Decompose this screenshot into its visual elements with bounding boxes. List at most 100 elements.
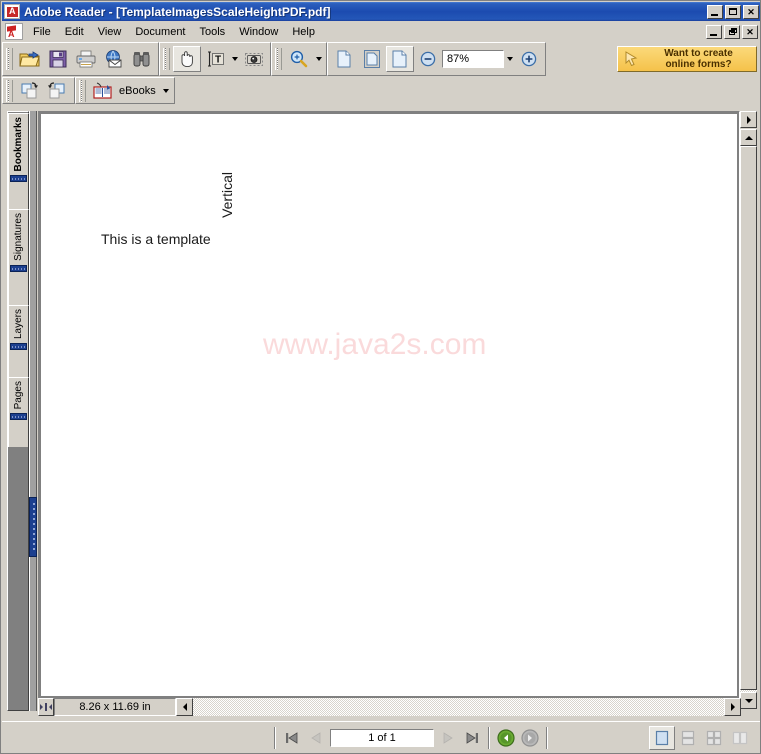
forms-banner-text: Want to create online forms? [641, 48, 756, 70]
minimize-button[interactable] [707, 4, 723, 19]
expand-navigation-button[interactable] [740, 111, 757, 128]
sidebar-tab-signatures[interactable]: Signatures [8, 209, 29, 305]
select-text-button[interactable]: T [201, 46, 229, 72]
toolbar-grip[interactable] [275, 48, 282, 70]
go-forward-button[interactable] [518, 726, 542, 750]
ebooks-button[interactable] [89, 78, 117, 104]
vertical-scroll-track[interactable] [740, 146, 757, 692]
toolbar-grip[interactable] [6, 79, 13, 102]
zoom-level-dropdown[interactable] [504, 46, 515, 72]
zoom-in-button[interactable] [515, 46, 543, 72]
sidebar-tab-bookmarks-label: Bookmarks [13, 117, 24, 172]
document-restore-button[interactable] [724, 24, 740, 39]
navigation-splitter[interactable] [29, 111, 37, 711]
rotate-clockwise-button[interactable] [16, 78, 44, 104]
sidebar-tab-bookmarks[interactable]: Bookmarks [8, 113, 29, 209]
toolbar-grip[interactable] [79, 79, 86, 102]
single-page-icon [655, 730, 669, 745]
arrow-up-icon [744, 135, 753, 140]
scroll-left-button[interactable] [176, 698, 193, 716]
sidebar-tab-pages-label: Pages [13, 381, 24, 410]
sidebar-tab-layers-handle[interactable] [10, 343, 27, 351]
continuous-facing-icon [732, 731, 748, 744]
first-page-icon [286, 731, 298, 744]
menu-item-view[interactable]: View [91, 23, 129, 41]
binoculars-icon [133, 52, 150, 67]
single-page-layout-button[interactable] [649, 725, 675, 750]
vertical-scroll-thumb[interactable] [740, 146, 757, 690]
client-area: Bookmarks Signatures Layers Pages This i… [2, 105, 760, 719]
search-button[interactable] [128, 46, 156, 72]
zoom-in-icon [521, 51, 537, 67]
page-width-icon [392, 50, 407, 68]
rotate-counterclockwise-button[interactable] [44, 78, 72, 104]
menu-item-document[interactable]: Document [128, 23, 192, 41]
ebooks-dropdown[interactable] [161, 78, 172, 104]
fit-page-button[interactable] [358, 46, 386, 72]
scroll-up-button[interactable] [740, 129, 757, 146]
pdf-page: This is a template Vertical www.java2s.c… [41, 114, 737, 696]
ebooks-label: eBooks [119, 84, 156, 97]
previous-page-button[interactable] [304, 726, 328, 750]
print-button[interactable] [72, 46, 100, 72]
zoom-out-icon [420, 51, 436, 67]
sidebar-tab-bookmarks-handle[interactable] [10, 175, 27, 183]
horizontal-scroll-track[interactable] [193, 698, 724, 716]
go-back-button[interactable] [494, 726, 518, 750]
scroll-right-button[interactable] [724, 698, 741, 716]
continuous-layout-button[interactable] [675, 726, 701, 750]
select-text-dropdown[interactable] [229, 46, 240, 72]
sidebar-tab-layers-label: Layers [13, 309, 24, 340]
document-close-button[interactable]: ✕ [742, 24, 758, 39]
save-button[interactable] [44, 46, 72, 72]
menu-item-tools[interactable]: Tools [193, 23, 233, 41]
create-online-forms-banner[interactable]: Want to create online forms? [617, 46, 757, 72]
scroll-down-button[interactable] [740, 692, 757, 709]
zoom-level-input[interactable]: 87% [442, 50, 504, 68]
next-page-button[interactable] [436, 726, 460, 750]
open-folder-icon [19, 51, 40, 67]
sidebar-tab-layers[interactable]: Layers [8, 305, 29, 377]
toolbar-grip[interactable] [6, 48, 13, 70]
menu-item-file[interactable]: File [26, 23, 58, 41]
menu-item-window[interactable]: Window [232, 23, 285, 41]
navigation-splitter-grip[interactable] [29, 497, 37, 557]
pagesize-resize-grip[interactable] [38, 698, 54, 716]
sidebar-tab-signatures-handle[interactable] [10, 264, 27, 272]
menu-item-help[interactable]: Help [285, 23, 322, 41]
last-page-button[interactable] [460, 726, 484, 750]
chevron-down-icon [231, 57, 238, 61]
next-page-icon [443, 731, 453, 744]
arrow-cursor-icon [621, 49, 641, 69]
page-number-input[interactable]: 1 of 1 [330, 728, 434, 747]
maximize-button[interactable] [725, 4, 741, 19]
email-button[interactable] [100, 46, 128, 72]
file-toolbar-group [2, 42, 159, 76]
zoom-tool-dropdown[interactable] [313, 46, 324, 72]
arrow-right-icon [730, 703, 735, 711]
document-icon [5, 23, 23, 40]
zoom-tool-button[interactable] [285, 46, 313, 72]
document-minimize-button[interactable] [706, 24, 722, 39]
zoom-out-button[interactable] [414, 46, 442, 72]
text-select-icon: T [208, 51, 224, 67]
rotate-toolbar-group [2, 77, 75, 104]
close-button[interactable]: ✕ [743, 4, 759, 19]
snapshot-button[interactable] [240, 46, 268, 72]
sidebar-tab-pages-handle[interactable] [10, 413, 27, 421]
sidebar-tab-pages[interactable]: Pages [8, 377, 29, 447]
title-bar: Adobe Reader - [TemplateImagesScaleHeigh… [2, 2, 760, 21]
facing-layout-button[interactable] [701, 726, 727, 750]
vertical-scrollbar[interactable] [740, 111, 757, 711]
toolbar-grip[interactable] [163, 48, 170, 70]
forms-banner-line1: Want to create [664, 48, 733, 59]
document-viewport[interactable]: This is a template Vertical www.java2s.c… [38, 111, 740, 711]
menu-item-edit[interactable]: Edit [58, 23, 91, 41]
adobe-reader-icon [4, 4, 20, 19]
open-file-button[interactable] [16, 46, 44, 72]
actual-size-button[interactable] [330, 46, 358, 72]
fit-width-button[interactable] [386, 46, 414, 72]
hand-tool-button[interactable] [173, 46, 201, 72]
first-page-button[interactable] [280, 726, 304, 750]
continuous-facing-layout-button[interactable] [727, 726, 753, 750]
